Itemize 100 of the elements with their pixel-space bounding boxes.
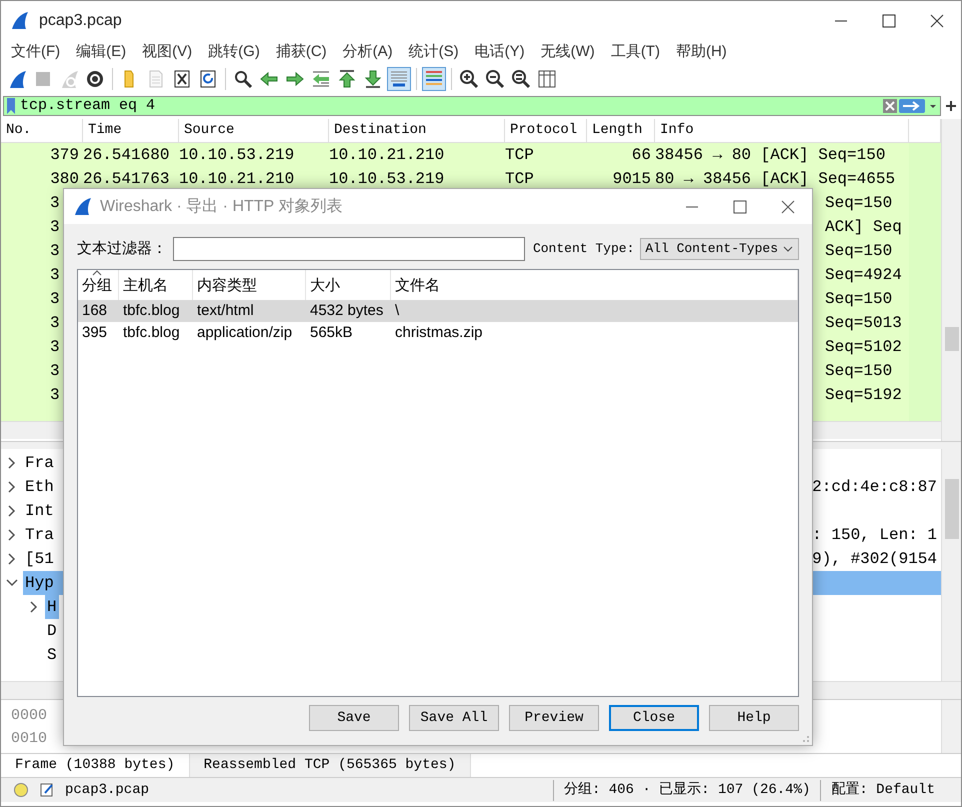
lines-arrow-icon [311,69,331,89]
toolbar-button[interactable] [457,67,481,91]
packet-cell-text: 3 [50,337,60,358]
menu-item[interactable]: 帮助(H) [668,40,735,64]
tree-row[interactable]: Int [1,499,941,523]
close-icon[interactable] [781,200,795,214]
status-profile[interactable]: 配置: Default [820,780,961,800]
tree-label: Tra [24,525,55,546]
menu-item[interactable]: 文件(F) [3,40,68,64]
menu-item[interactable]: 工具(T) [602,40,668,64]
column-header[interactable]: No. [1,119,83,142]
chevron-right-icon[interactable] [6,505,18,517]
menu-item[interactable]: 分析(A) [334,40,401,64]
table-cell-text: \ [394,301,400,321]
chevron-right-icon[interactable] [6,457,18,469]
status-file: pcap3.pcap [65,780,150,800]
tree-row[interactable]: Tra : 150, Len: 1 [1,523,941,547]
column-header[interactable]: Time [83,119,179,142]
plus-icon[interactable] [945,100,957,112]
text-filter-field[interactable] [173,237,525,261]
status-dot-icon [13,782,29,798]
table-cell-text: application/zip [196,323,294,343]
packet-cell-text: Seq=4924 [825,265,902,286]
table-cell-text: 395 [81,323,108,343]
packet-cell-text: 3 [50,385,60,406]
bookmark-icon [4,97,18,115]
column-header[interactable]: Info [655,119,909,142]
tree-row[interactable]: [51 9), #302(9154 [1,547,941,571]
filter-box[interactable]: tcp.stream eq 4 [3,96,941,116]
content-type-select[interactable]: All Content-Types [640,238,799,260]
lines-icon [389,69,409,89]
arrow-left-icon [259,69,279,89]
dialog-button[interactable]: Preview [509,705,599,731]
packet-cell-text: 3 [50,241,60,262]
table-cell-text: 565kB [309,323,354,343]
tree-label: Hyp [23,571,56,595]
object-row[interactable]: 168 tbfc.blog text/html 4532 bytes \ [78,300,798,322]
column-header[interactable]: Protocol [505,119,587,142]
gear-icon [85,69,105,89]
tree-label[interactable]: D [45,619,59,643]
zoom-out-icon [485,69,505,89]
menu-item[interactable]: 统计(S) [400,40,467,64]
menu-item[interactable]: 无线(W) [532,40,603,64]
dialog-button[interactable]: Save [309,705,399,731]
packet-cell-text: 66 [630,145,652,166]
chevron-right-icon[interactable] [6,553,18,565]
vertical-scrollbar[interactable] [941,700,961,753]
packet-cell-text: 26.541763 [83,169,170,190]
tree-label: Fra [24,453,55,474]
tree-label: [51 [24,549,55,570]
filter-field[interactable]: tcp.stream eq 4 [18,97,882,115]
dialog-title: Wireshark · 导出 · HTTP 对象列表 [100,196,342,216]
dialog-button[interactable]: Close [609,705,699,731]
close-icon[interactable] [930,14,944,28]
chevron-right-icon[interactable] [6,529,18,541]
stop-icon [33,69,53,89]
search-icon [233,69,253,89]
column-header[interactable]: Length [587,119,655,142]
resize-grip-icon[interactable] [800,733,810,743]
bytes-tab[interactable]: Reassembled TCP (565365 bytes) [190,754,471,777]
column-header[interactable]: Destination [329,119,505,142]
dialog-button[interactable]: Save All [409,705,499,731]
tree-label: 2:cd:4e:c8:87 [812,477,938,498]
packet-cell-text: Seq=150 [825,193,892,214]
packet-cell-text: ACK] Seq [825,217,902,238]
tree-row[interactable]: Eth 2:cd:4e:c8:87 [1,475,941,499]
chevron-right-icon[interactable] [28,601,40,613]
toolbar-button[interactable] [483,67,507,91]
column-header[interactable]: Source [179,119,329,142]
tree-label: Int [24,501,55,522]
menu-item[interactable]: 跳转(G) [200,40,268,64]
arrow-right-icon [285,69,305,89]
packet-cell-text: Seq=150 [825,241,892,262]
vertical-scrollbar[interactable] [941,449,961,681]
object-row[interactable]: 395 tbfc.blog application/zip 565kB christmas.zip [78,322,798,344]
menu-item[interactable]: 编辑(E) [68,40,134,64]
packet-cell-text: 3 [50,289,60,310]
hex-offset: 0010 [11,729,48,749]
document-x-icon [172,69,192,89]
edit-note-icon[interactable] [39,782,55,798]
packet-cell-text: 80 → 38456 [ACK] Seq=4655 [655,169,896,190]
vertical-scrollbar[interactable] [941,119,961,441]
menu-item[interactable]: 电话(Y) [466,40,533,64]
chevron-down-icon[interactable] [6,577,18,589]
toolbar-button[interactable] [509,67,533,91]
maximize-icon[interactable] [733,200,747,214]
dialog-button[interactable]: Help [709,705,799,731]
maximize-icon[interactable] [882,14,896,28]
menu-item[interactable]: 视图(V) [134,40,200,64]
packet-cell-text: Seq=150 [825,361,892,382]
tree-row[interactable]: Fra [1,451,941,475]
packet-cell-text: Seq=5013 [825,313,902,334]
clear-icon[interactable] [882,98,898,114]
menu-item[interactable]: 捕获(C) [268,40,335,64]
tree-label[interactable]: S [45,643,59,667]
tree-label[interactable]: H [45,595,59,619]
chevron-right-icon[interactable] [6,481,18,493]
shark-fin-icon [7,69,27,89]
packet-cell-text: Seq=5102 [825,337,902,358]
table-cell-text: tbfc.blog [122,301,181,321]
